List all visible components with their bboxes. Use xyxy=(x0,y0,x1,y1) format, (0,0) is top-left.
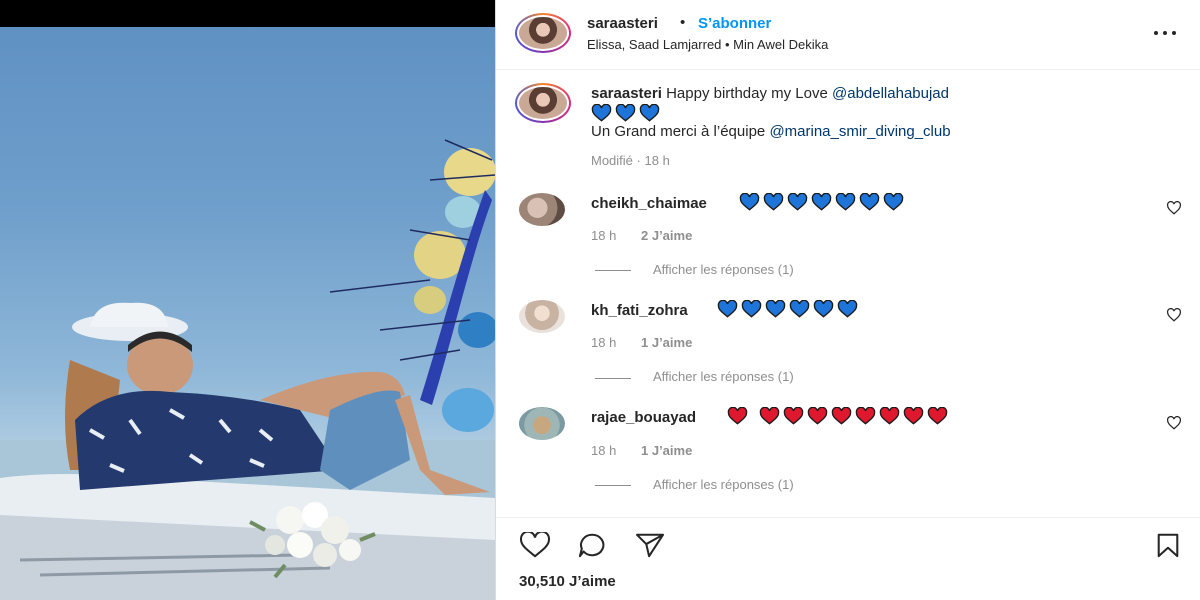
more-options-icon[interactable] xyxy=(1152,22,1178,44)
heart-emoji-icon xyxy=(813,300,834,318)
comment-hearts xyxy=(717,300,861,318)
balloon-blue xyxy=(458,312,495,348)
caption-hearts xyxy=(591,104,663,122)
heart-emoji-icon xyxy=(727,407,748,425)
post-photo xyxy=(0,139,495,600)
heart-emoji-icon xyxy=(807,407,828,425)
replies-divider xyxy=(595,378,631,379)
heart-emoji-icon xyxy=(855,407,876,425)
meta-separator: · xyxy=(636,153,641,169)
caption-text: Happy birthday my Love xyxy=(666,85,828,102)
follow-button[interactable]: S’abonner xyxy=(698,15,771,32)
heart-emoji-icon xyxy=(759,407,780,425)
balloon-blue xyxy=(442,388,494,432)
heart-emoji-icon xyxy=(903,407,924,425)
bookmark-icon[interactable] xyxy=(1151,532,1185,558)
heart-emoji-icon xyxy=(783,407,804,425)
comment-username[interactable]: rajae_bouayad xyxy=(591,409,696,426)
heart-emoji-icon xyxy=(835,193,856,211)
heart-outline-icon[interactable] xyxy=(518,532,552,558)
view-replies-button[interactable]: Afficher les réponses (1) xyxy=(653,262,794,277)
header-divider xyxy=(496,69,1200,70)
heart-emoji-icon xyxy=(927,407,948,425)
comment-username[interactable]: cheikh_chaimae xyxy=(591,195,707,212)
heart-emoji-icon xyxy=(787,193,808,211)
heart-emoji-icon xyxy=(765,300,786,318)
comment-like-icon[interactable] xyxy=(1166,308,1182,322)
caption-mention[interactable]: @marina_smir_diving_club xyxy=(769,123,950,140)
comment-like-icon[interactable] xyxy=(1166,416,1182,430)
replies-divider xyxy=(595,270,631,271)
comment-icon[interactable] xyxy=(575,532,609,558)
heart-emoji-icon xyxy=(831,407,852,425)
view-replies-button[interactable]: Afficher les réponses (1) xyxy=(653,477,794,492)
actions-divider xyxy=(496,517,1200,518)
heart-emoji-icon xyxy=(879,407,900,425)
comment-hearts xyxy=(727,407,951,425)
comment-time[interactable]: 18 h xyxy=(591,228,616,243)
heart-emoji-icon xyxy=(763,193,784,211)
heart-emoji-icon xyxy=(811,193,832,211)
comment-like-icon[interactable] xyxy=(1166,201,1182,215)
balloon-yellow xyxy=(444,148,495,196)
likes-count[interactable]: 30,510 J’aime xyxy=(519,573,616,590)
heart-emoji-icon xyxy=(859,193,880,211)
comment-username[interactable]: kh_fati_zohra xyxy=(591,302,688,319)
comment-avatar[interactable] xyxy=(519,193,565,226)
balloon-yellow xyxy=(414,286,446,314)
caption-username[interactable]: saraasteri xyxy=(591,85,662,102)
heart-emoji-icon xyxy=(717,300,738,318)
view-replies-button[interactable]: Afficher les réponses (1) xyxy=(653,369,794,384)
paper-plane-icon[interactable] xyxy=(633,532,667,558)
edited-label: Modifié xyxy=(591,153,633,169)
heart-emoji-icon xyxy=(789,300,810,318)
author-avatar[interactable] xyxy=(515,13,571,53)
comment-likes[interactable]: 2 J’aime xyxy=(641,228,692,243)
caption-mention[interactable]: @abdellahabujad xyxy=(832,85,949,102)
caption-time[interactable]: 18 h xyxy=(645,153,670,168)
comment-avatar[interactable] xyxy=(519,300,565,333)
post-media[interactable] xyxy=(0,0,495,600)
post-caption: saraasteri Happy birthday my Love @abdel… xyxy=(591,85,1151,170)
comment-time[interactable]: 18 h xyxy=(591,335,616,350)
comment-likes[interactable]: 1 J’aime xyxy=(641,335,692,350)
audio-track-link[interactable]: Elissa, Saad Lamjarred • Min Awel Dekika xyxy=(587,37,828,52)
author-username[interactable]: saraasteri xyxy=(587,15,658,32)
heart-emoji-icon xyxy=(615,104,636,122)
replies-divider xyxy=(595,485,631,486)
comment-avatar[interactable] xyxy=(519,407,565,440)
heart-emoji-icon xyxy=(639,104,660,122)
header-separator: • xyxy=(680,14,686,31)
heart-emoji-icon xyxy=(883,193,904,211)
sun-hat-crown xyxy=(90,302,168,327)
caption-avatar[interactable] xyxy=(515,83,571,123)
heart-emoji-icon xyxy=(741,300,762,318)
comment-hearts xyxy=(739,193,907,211)
comment-time[interactable]: 18 h xyxy=(591,443,616,458)
heart-emoji-icon xyxy=(837,300,858,318)
heart-emoji-icon xyxy=(739,193,760,211)
post-details-panel: saraasteri • S’abonner Elissa, Saad Lamj… xyxy=(495,0,1200,600)
heart-emoji-icon xyxy=(591,104,612,122)
comment-likes[interactable]: 1 J’aime xyxy=(641,443,692,458)
caption-text-line2: Un Grand merci à l’équipe xyxy=(591,123,766,141)
